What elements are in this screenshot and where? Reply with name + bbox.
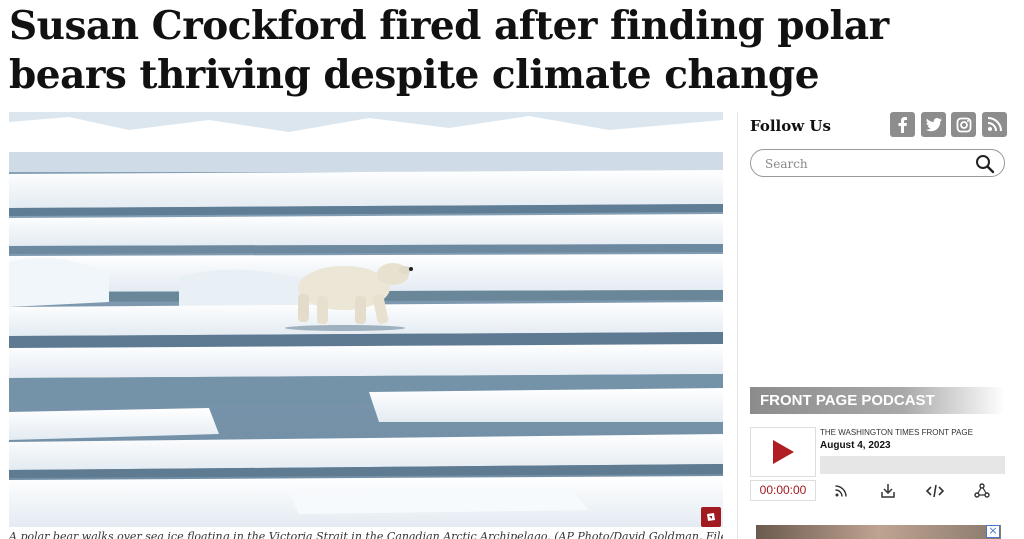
polar-bear-photo — [9, 112, 723, 527]
facebook-icon[interactable] — [890, 112, 915, 137]
download-icon[interactable] — [878, 481, 898, 501]
column-divider — [737, 112, 738, 539]
podcast-player: THE WASHINGTON TIMES FRONT PAGE August 4… — [750, 424, 1005, 502]
play-button[interactable] — [750, 427, 816, 477]
subscribe-icon[interactable] — [831, 481, 851, 501]
search-icon[interactable] — [975, 154, 995, 174]
follow-us-label: Follow Us — [750, 117, 831, 135]
play-icon — [773, 440, 794, 464]
ad-close-button[interactable]: × — [986, 525, 1000, 538]
gallery-icon[interactable] — [701, 507, 721, 527]
twitter-icon[interactable] — [921, 112, 946, 137]
instagram-icon[interactable] — [951, 112, 976, 137]
article-headline: Susan Crockford fired after finding pola… — [9, 3, 889, 98]
rss-icon[interactable] — [982, 112, 1007, 137]
advertisement[interactable] — [756, 525, 1001, 539]
search-input[interactable] — [763, 154, 967, 174]
share-icon[interactable] — [972, 481, 992, 501]
embed-icon[interactable] — [925, 481, 945, 501]
hero-photo[interactable] — [9, 112, 723, 527]
search-box — [750, 149, 1005, 177]
podcast-current-time: 00:00:00 — [750, 480, 816, 501]
podcast-header: FRONT PAGE PODCAST — [750, 387, 1005, 414]
photo-caption: A polar bear walks over sea ice floating… — [9, 530, 723, 539]
podcast-progress-bar[interactable] — [820, 456, 1005, 474]
podcast-show-title: THE WASHINGTON TIMES FRONT PAGE — [820, 428, 973, 437]
podcast-episode-date: August 4, 2023 — [820, 440, 891, 451]
